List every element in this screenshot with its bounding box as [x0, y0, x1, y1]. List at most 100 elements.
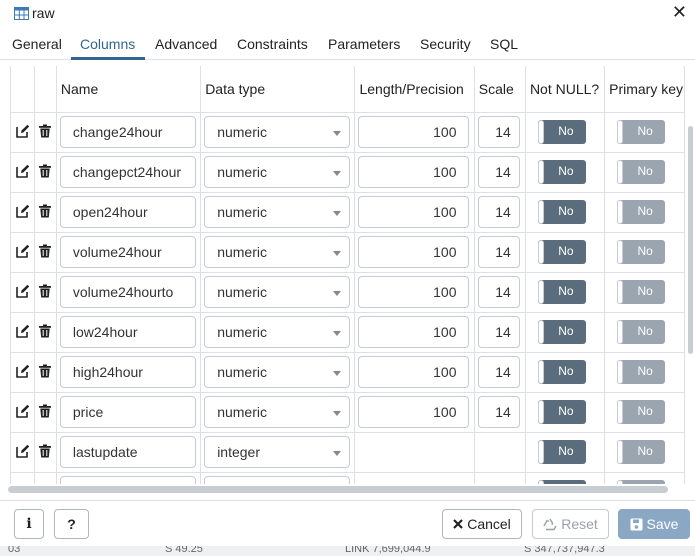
- data-type-select[interactable]: numeric: [204, 116, 351, 148]
- delete-cell[interactable]: [34, 232, 57, 273]
- not-null-toggle[interactable]: [537, 480, 586, 484]
- column-name-input[interactable]: open24hour: [59, 196, 196, 228]
- length-precision-input[interactable]: 100: [358, 236, 470, 268]
- not-null-toggle[interactable]: No: [537, 360, 586, 384]
- data-type-select[interactable]: numeric: [204, 196, 351, 228]
- tab-advanced[interactable]: Advanced: [155, 36, 217, 52]
- delete-cell[interactable]: [34, 352, 57, 393]
- column-name-input[interactable]: lastupdate: [59, 436, 196, 468]
- chevron-down-icon: [333, 411, 342, 416]
- edit-cell[interactable]: [11, 312, 36, 353]
- column-name-input[interactable]: high24hour: [59, 356, 196, 388]
- column-name-input[interactable]: [59, 476, 196, 484]
- data-type-select[interactable]: numeric: [204, 356, 351, 388]
- delete-cell[interactable]: [34, 112, 57, 153]
- data-type-select[interactable]: integer: [204, 436, 351, 468]
- edit-cell[interactable]: [11, 152, 36, 193]
- length-precision-input[interactable]: 100: [358, 196, 470, 228]
- help-button[interactable]: ?: [54, 509, 89, 539]
- column-name-input[interactable]: low24hour: [59, 316, 196, 348]
- column-name-input[interactable]: change24hour: [59, 116, 196, 148]
- info-button[interactable]: i: [14, 509, 44, 539]
- length-precision-input[interactable]: 100: [358, 396, 470, 428]
- primary-key-toggle[interactable]: No: [617, 160, 666, 184]
- primary-key-toggle[interactable]: No: [617, 440, 666, 464]
- chevron-down-icon: [333, 331, 342, 336]
- length-precision-input[interactable]: 100: [358, 276, 470, 308]
- length-precision-input[interactable]: 100: [358, 116, 470, 148]
- tab-sql[interactable]: SQL: [490, 36, 518, 52]
- primary-key-toggle[interactable]: No: [617, 200, 666, 224]
- scale-input[interactable]: 14: [477, 356, 520, 388]
- length-precision-input[interactable]: 100: [358, 316, 470, 348]
- primary-key-toggle[interactable]: No: [617, 320, 666, 344]
- tab-security[interactable]: Security: [420, 36, 471, 52]
- length-precision-input[interactable]: 100: [358, 356, 470, 388]
- column-name-input[interactable]: volume24hourto: [59, 276, 196, 308]
- scale-input[interactable]: 14: [477, 196, 520, 228]
- column-name-input[interactable]: volume24hour: [59, 236, 196, 268]
- column-name-input[interactable]: changepct24hour: [59, 156, 196, 188]
- edit-cell[interactable]: [11, 392, 36, 433]
- data-type-select[interactable]: [204, 476, 351, 484]
- data-type-select[interactable]: numeric: [204, 236, 351, 268]
- table-row: change24hour numeric 100 14 No No: [11, 112, 685, 153]
- scale-input[interactable]: 14: [477, 316, 520, 348]
- edit-cell[interactable]: [11, 112, 36, 153]
- edit-cell[interactable]: [11, 352, 36, 393]
- length-precision-input[interactable]: 100: [358, 156, 470, 188]
- scale-input[interactable]: 14: [477, 236, 520, 268]
- not-null-toggle[interactable]: No: [537, 440, 586, 464]
- not-null-toggle[interactable]: No: [537, 320, 586, 344]
- edit-cell[interactable]: [11, 472, 36, 484]
- vertical-scrollbar[interactable]: [688, 126, 693, 354]
- length-precision-header: Length/Precision: [354, 66, 475, 113]
- edit-cell[interactable]: [11, 232, 36, 273]
- tab-parameters[interactable]: Parameters: [328, 36, 400, 52]
- data-type-select[interactable]: numeric: [204, 316, 351, 348]
- edit-cell[interactable]: [11, 432, 36, 473]
- close-icon[interactable]: ✕: [672, 3, 687, 21]
- edit-icon: [15, 324, 29, 338]
- not-null-toggle[interactable]: No: [537, 400, 586, 424]
- edit-icon: [15, 444, 29, 458]
- primary-key-toggle[interactable]: No: [617, 360, 666, 384]
- primary-key-toggle[interactable]: No: [617, 280, 666, 304]
- data-type-select[interactable]: numeric: [204, 396, 351, 428]
- tab-columns[interactable]: Columns: [80, 36, 135, 52]
- delete-cell[interactable]: [34, 272, 57, 313]
- cancel-button[interactable]: Cancel: [442, 509, 522, 539]
- delete-cell[interactable]: [34, 392, 57, 433]
- scale-input[interactable]: 14: [477, 156, 520, 188]
- not-null-toggle[interactable]: No: [537, 280, 586, 304]
- primary-key-toggle[interactable]: No: [617, 120, 666, 144]
- scale-input[interactable]: 14: [477, 116, 520, 148]
- not-null-toggle[interactable]: No: [537, 200, 586, 224]
- not-null-toggle[interactable]: No: [537, 160, 586, 184]
- primary-key-toggle[interactable]: [617, 480, 666, 484]
- delete-cell[interactable]: [34, 472, 57, 484]
- toggle-label: No: [637, 164, 653, 178]
- tab-constraints[interactable]: Constraints: [237, 36, 308, 52]
- primary-key-toggle[interactable]: No: [617, 400, 666, 424]
- delete-cell[interactable]: [34, 192, 57, 233]
- edit-cell[interactable]: [11, 192, 36, 233]
- horizontal-scrollbar[interactable]: [8, 486, 668, 493]
- scale-input[interactable]: 14: [477, 276, 520, 308]
- save-button[interactable]: Save: [618, 509, 690, 539]
- data-type-select[interactable]: numeric: [204, 276, 351, 308]
- cancel-label: Cancel: [467, 516, 511, 532]
- tab-general[interactable]: General: [12, 36, 62, 52]
- primary-key-toggle[interactable]: No: [617, 240, 666, 264]
- delete-cell[interactable]: [34, 432, 57, 473]
- not-null-toggle[interactable]: No: [537, 120, 586, 144]
- edit-cell[interactable]: [11, 272, 36, 313]
- status-cell: S 347,737,947.3: [524, 546, 605, 555]
- reset-button[interactable]: Reset: [532, 509, 609, 539]
- data-type-select[interactable]: numeric: [204, 156, 351, 188]
- scale-input[interactable]: 14: [477, 396, 520, 428]
- delete-cell[interactable]: [34, 152, 57, 193]
- column-name-input[interactable]: price: [59, 396, 196, 428]
- delete-cell[interactable]: [34, 312, 57, 353]
- not-null-toggle[interactable]: No: [537, 240, 586, 264]
